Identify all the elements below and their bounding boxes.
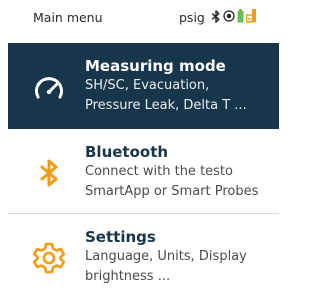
menu-item-text: Settings Language, Units, Display bright… [85, 227, 275, 287]
status-bar: Main menu psig [0, 0, 279, 34]
status-icons [211, 9, 257, 23]
bluetooth-icon [211, 9, 221, 23]
screen-title: Main menu [33, 10, 103, 25]
menu-item-title: Bluetooth [85, 143, 169, 161]
pressure-unit-label: psig [179, 10, 205, 25]
menu-item-title: Settings [85, 228, 156, 246]
menu-item-settings[interactable]: Settings Language, Units, Display bright… [8, 214, 279, 291]
battery-icon [237, 9, 244, 23]
menu-item-title: Measuring mode [85, 57, 226, 75]
menu-item-bluetooth[interactable]: Bluetooth Connect with the testo SmartAp… [8, 129, 279, 214]
gauge-icon [32, 72, 66, 102]
menu-item-measuring-mode[interactable]: Measuring mode SH/SC, Evacuation, Pressu… [8, 43, 279, 129]
menu-item-text: Bluetooth Connect with the testo SmartAp… [85, 142, 275, 202]
menu-item-description-line-1: Language, Units, Display [85, 249, 247, 264]
menu-item-description-line-2: Pressure Leak, Delta T ... [85, 98, 247, 113]
menu-item-description-line-1: Connect with the testo [85, 164, 233, 179]
menu-item-text: Measuring mode SH/SC, Evacuation, Pressu… [85, 56, 275, 116]
menu-item-description-line-2: brightness ... [85, 269, 171, 284]
screen: Main menu psig Measuring mode SH/SC, Eva… [0, 0, 279, 291]
bluetooth-icon [32, 158, 66, 188]
menu-item-description-line-2: SmartApp or Smart Probes [85, 184, 259, 199]
main-menu-list: Measuring mode SH/SC, Evacuation, Pressu… [8, 43, 279, 291]
gear-icon [32, 242, 66, 274]
record-icon [223, 10, 235, 22]
probe-icon [246, 9, 257, 23]
menu-item-description-line-1: SH/SC, Evacuation, [85, 78, 210, 93]
